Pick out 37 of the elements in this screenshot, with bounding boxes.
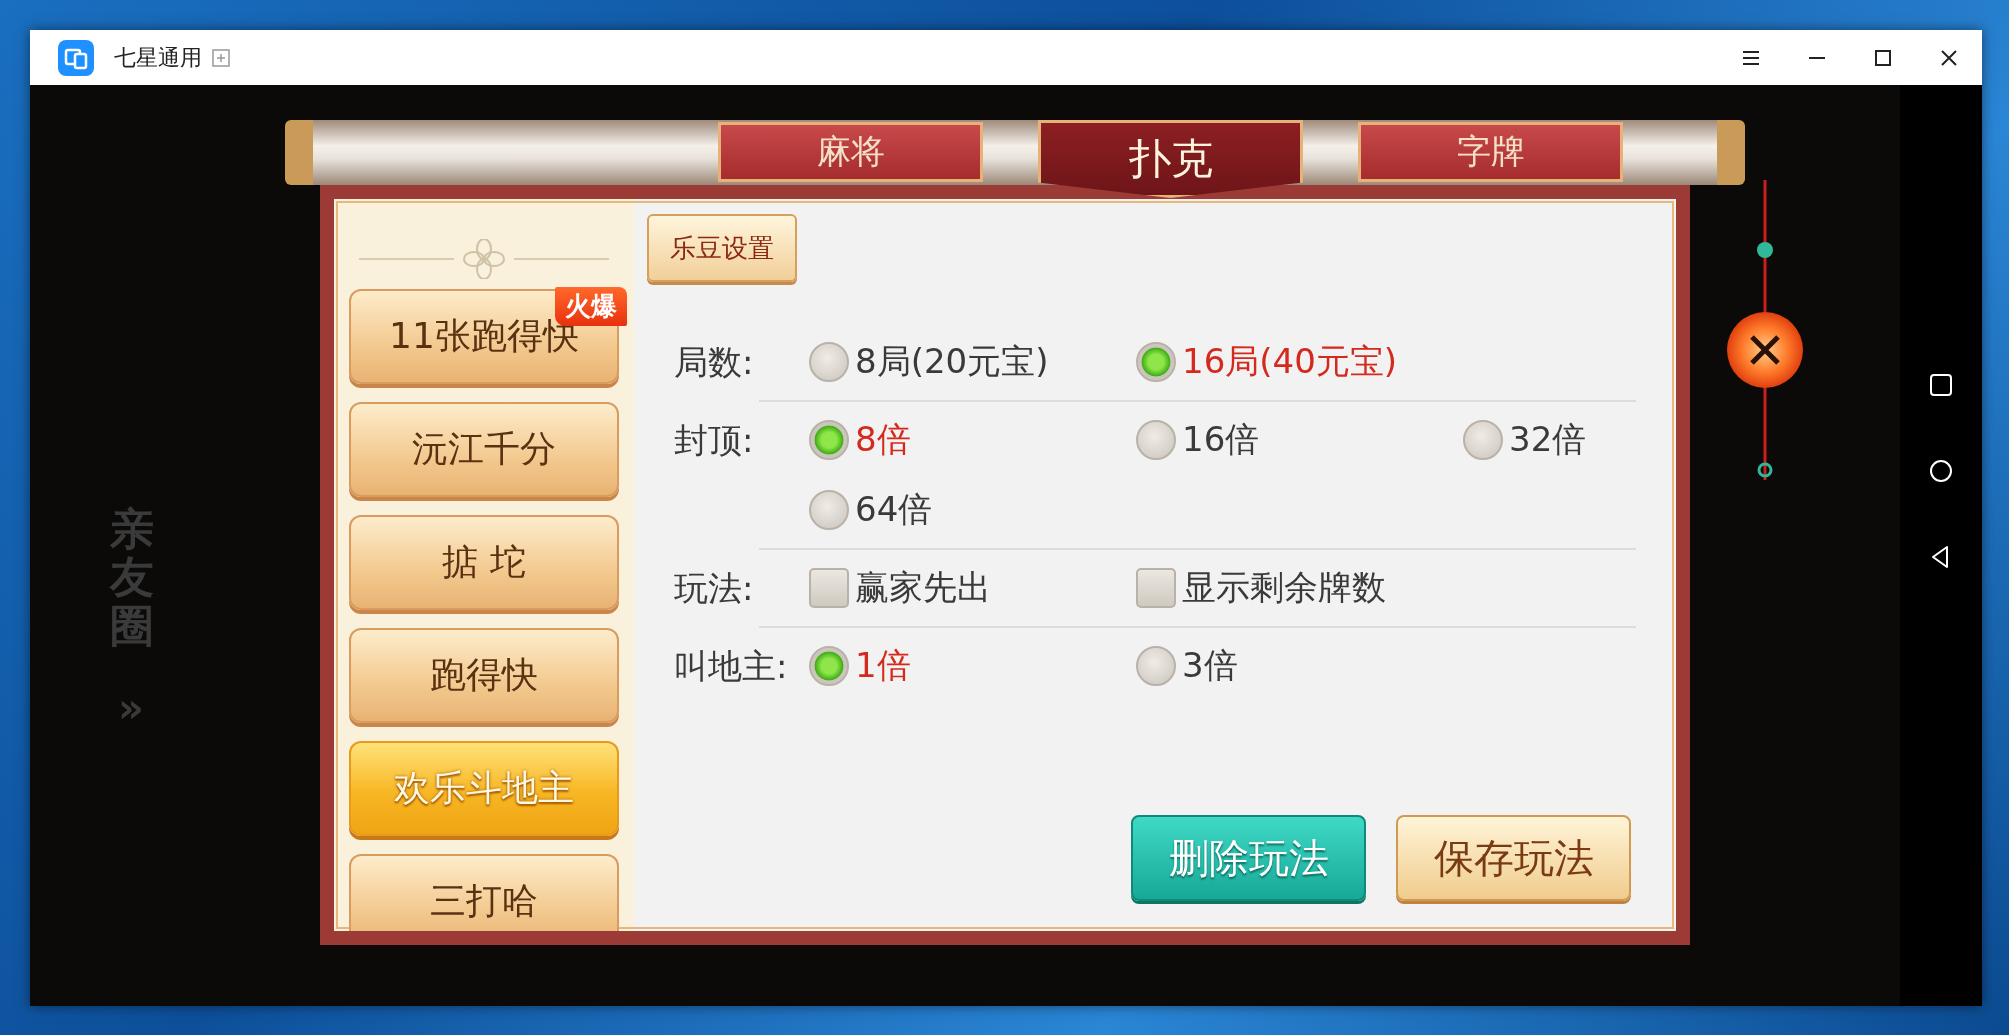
checkbox[interactable] xyxy=(809,568,849,608)
window-title: 七星通用 xyxy=(114,43,202,72)
app-logo-icon xyxy=(58,39,94,76)
save-button[interactable]: 保存玩法 xyxy=(1396,815,1631,901)
option-label: 3倍 xyxy=(1182,644,1238,687)
game-tab[interactable]: 三打哈 xyxy=(349,854,619,931)
category-tab[interactable]: 麻将 xyxy=(718,122,983,182)
radio-button[interactable] xyxy=(809,490,849,530)
option-label: 16局(40元宝) xyxy=(1182,340,1398,383)
coin-settings-button[interactable]: 乐豆设置 xyxy=(647,214,797,282)
option-heading: 叫地主: xyxy=(674,645,789,688)
radio-button[interactable] xyxy=(809,342,849,382)
checkbox[interactable] xyxy=(1136,568,1176,608)
hot-badge: 火爆 xyxy=(555,287,627,326)
radio-button[interactable] xyxy=(1136,342,1176,382)
option-label: 显示剩余牌数 xyxy=(1182,566,1386,609)
radio-button[interactable] xyxy=(1463,420,1503,460)
option-label: 1倍 xyxy=(855,644,911,687)
option-label: 32倍 xyxy=(1509,418,1587,461)
option-label: 赢家先出 xyxy=(855,566,991,609)
radio-button[interactable] xyxy=(1136,646,1176,686)
recent-apps-icon[interactable] xyxy=(1929,372,1953,397)
category-tab[interactable]: 字牌 xyxy=(1358,122,1623,182)
lantern-close-icon[interactable] xyxy=(1725,180,1805,480)
option-heading: 封顶: xyxy=(674,419,755,462)
new-window-icon[interactable] xyxy=(212,48,230,67)
radio-button[interactable] xyxy=(1136,420,1176,460)
option-label: 64倍 xyxy=(855,488,933,531)
radio-button[interactable] xyxy=(809,420,849,460)
option-label: 8倍 xyxy=(855,418,911,461)
option-label: 8局(20元宝) xyxy=(855,340,1049,383)
option-heading: 局数: xyxy=(674,341,755,384)
option-label: 16倍 xyxy=(1182,418,1260,461)
home-icon[interactable] xyxy=(1929,458,1953,483)
category-tab[interactable]: 扑克 xyxy=(1038,120,1303,198)
option-heading: 玩法: xyxy=(674,567,755,610)
radio-button[interactable] xyxy=(809,646,849,686)
